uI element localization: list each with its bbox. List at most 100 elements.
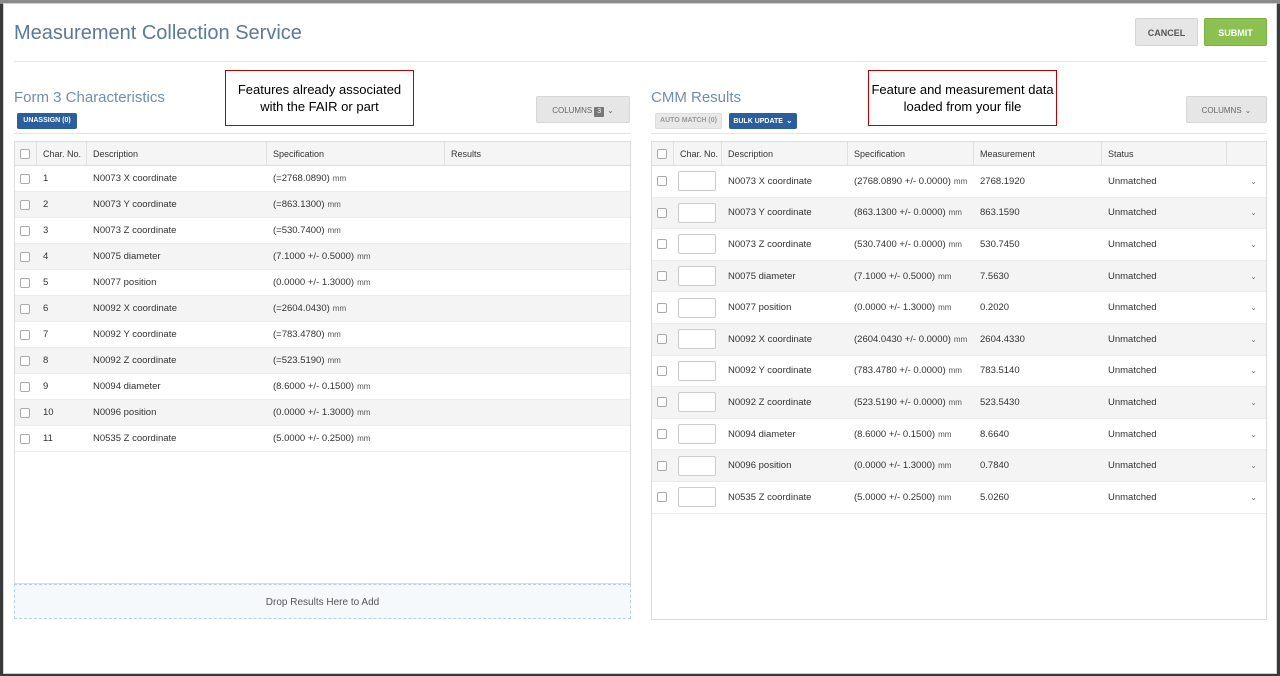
auto-match-button[interactable]: AUTO MATCH (0) — [655, 113, 722, 129]
table-row: 6 N0092 X coordinate (=2604.0430) mm — [15, 296, 630, 322]
row-description: N0077 position — [93, 277, 157, 288]
row-checkbox-cell — [15, 296, 37, 321]
chevron-down-icon[interactable]: ⌄ — [1250, 177, 1257, 186]
row-checkbox[interactable] — [20, 329, 30, 340]
row-actions: ⌄ — [1227, 198, 1266, 229]
row-description: N0092 Z coordinate — [728, 396, 812, 408]
char-no-input[interactable] — [678, 297, 716, 318]
row-checkbox[interactable] — [657, 365, 667, 376]
row-specification: (863.1300 +/- 0.0000) mm — [848, 198, 974, 229]
left-col-description[interactable]: Description — [87, 142, 267, 166]
row-checkbox[interactable] — [657, 460, 667, 471]
spec-unit: mm — [327, 330, 341, 339]
row-char-no: 9 — [43, 381, 49, 392]
row-description: N0073 X coordinate — [728, 175, 812, 187]
spec-value: (8.6000 +/- 0.1500) — [273, 381, 355, 392]
row-checkbox-cell — [15, 218, 37, 243]
char-no-input[interactable] — [678, 171, 716, 192]
right-col-specification[interactable]: Specification — [848, 142, 974, 166]
row-char-no-cell — [674, 292, 722, 323]
right-panel-divider — [651, 133, 1267, 134]
right-col-description[interactable]: Description — [722, 142, 848, 166]
left-columns-button[interactable]: COLUMNS 3 ⌄ — [536, 96, 630, 123]
bulk-update-button[interactable]: BULK UPDATE ⌄ — [729, 113, 797, 129]
table-row: N0073 Y coordinate (863.1300 +/- 0.0000) m… — [652, 197, 1266, 230]
chevron-down-icon[interactable]: ⌄ — [1250, 335, 1257, 344]
right-col-char-no[interactable]: Char. No. — [674, 142, 722, 166]
row-description: N0092 Y coordinate — [93, 329, 177, 340]
table-row: 2 N0073 Y coordinate (=863.1300) mm — [15, 192, 630, 218]
row-checkbox[interactable] — [20, 277, 30, 288]
chevron-down-icon[interactable]: ⌄ — [1250, 303, 1257, 312]
row-char-no: 3 — [43, 225, 49, 236]
row-status: Unmatched — [1108, 333, 1157, 345]
cancel-button[interactable]: CANCEL — [1135, 18, 1198, 46]
unassign-button[interactable]: UNASSIGN (0) — [17, 113, 77, 129]
row-checkbox[interactable] — [20, 173, 30, 184]
left-col-specification[interactable]: Specification — [267, 142, 445, 166]
row-specification: (0.0000 +/- 1.3000) mm — [267, 400, 445, 425]
char-no-input[interactable] — [678, 234, 716, 255]
row-checkbox[interactable] — [657, 207, 667, 218]
row-char-no: 5 — [43, 277, 49, 288]
chevron-down-icon[interactable]: ⌄ — [1250, 240, 1257, 249]
char-no-input[interactable] — [678, 392, 716, 413]
char-no-input[interactable] — [678, 329, 716, 350]
table-row: 1 N0073 X coordinate (=2768.0890) mm — [15, 166, 630, 192]
row-description: N0535 Z coordinate — [93, 433, 177, 444]
callout-cmm: Feature and measurement data loaded from… — [868, 70, 1057, 126]
right-col-measurement[interactable]: Measurement — [974, 142, 1102, 166]
row-checkbox[interactable] — [20, 381, 30, 392]
table-row: 5 N0077 position (0.0000 +/- 1.3000) mm — [15, 270, 630, 296]
char-no-input[interactable] — [678, 360, 716, 381]
drop-results-zone[interactable]: Drop Results Here to Add — [14, 584, 631, 619]
row-checkbox[interactable] — [657, 397, 667, 408]
right-select-all-checkbox[interactable] — [657, 149, 667, 159]
row-checkbox[interactable] — [20, 251, 30, 262]
left-col-results[interactable]: Results — [445, 142, 630, 166]
char-no-input[interactable] — [678, 266, 716, 287]
char-no-input[interactable] — [678, 487, 716, 508]
row-checkbox[interactable] — [20, 225, 30, 236]
row-checkbox[interactable] — [657, 271, 667, 282]
row-checkbox[interactable] — [657, 429, 667, 440]
chevron-down-icon: ⌄ — [607, 106, 614, 115]
row-checkbox[interactable] — [20, 433, 30, 444]
right-col-status[interactable]: Status — [1102, 142, 1227, 166]
char-no-input[interactable] — [678, 202, 716, 223]
chevron-down-icon[interactable]: ⌄ — [1250, 208, 1257, 217]
row-checkbox[interactable] — [657, 334, 667, 345]
chevron-down-icon[interactable]: ⌄ — [1250, 366, 1257, 375]
row-actions: ⌄ — [1227, 166, 1266, 197]
chevron-down-icon: ⌄ — [1244, 106, 1252, 115]
row-checkbox-cell — [652, 292, 674, 323]
submit-button[interactable]: SUBMIT — [1204, 18, 1267, 46]
row-checkbox[interactable] — [20, 303, 30, 314]
row-specification: (=2768.0890) mm — [267, 166, 445, 191]
chevron-down-icon[interactable]: ⌄ — [1250, 272, 1257, 281]
spec-value: (2768.0890 +/- 0.0000) — [854, 175, 951, 187]
row-char-no-cell — [674, 482, 722, 513]
row-description: N0096 position — [728, 460, 792, 472]
row-checkbox[interactable] — [657, 239, 667, 250]
spec-value: (0.0000 +/- 1.3000) — [854, 302, 936, 314]
row-checkbox[interactable] — [20, 407, 30, 418]
chevron-down-icon[interactable]: ⌄ — [1250, 493, 1257, 502]
row-checkbox[interactable] — [657, 176, 667, 187]
chevron-down-icon[interactable]: ⌄ — [1250, 398, 1257, 407]
chevron-down-icon[interactable]: ⌄ — [1250, 430, 1257, 439]
left-select-all-checkbox[interactable] — [20, 149, 30, 159]
row-checkbox[interactable] — [657, 302, 667, 313]
char-no-input[interactable] — [678, 424, 716, 445]
left-col-char-no[interactable]: Char. No. — [37, 142, 87, 166]
chevron-down-icon[interactable]: ⌄ — [1250, 461, 1257, 470]
char-no-input[interactable] — [678, 455, 716, 476]
row-checkbox[interactable] — [657, 492, 667, 503]
right-columns-button[interactable]: COLUMNS ⌄ — [1186, 96, 1267, 123]
row-checkbox[interactable] — [20, 199, 30, 210]
row-checkbox-cell — [15, 348, 37, 373]
row-checkbox-cell — [15, 374, 37, 399]
spec-value: (=783.4780) — [273, 329, 325, 340]
spec-value: (7.1000 +/- 0.5000) — [273, 251, 355, 262]
row-checkbox[interactable] — [20, 355, 30, 366]
